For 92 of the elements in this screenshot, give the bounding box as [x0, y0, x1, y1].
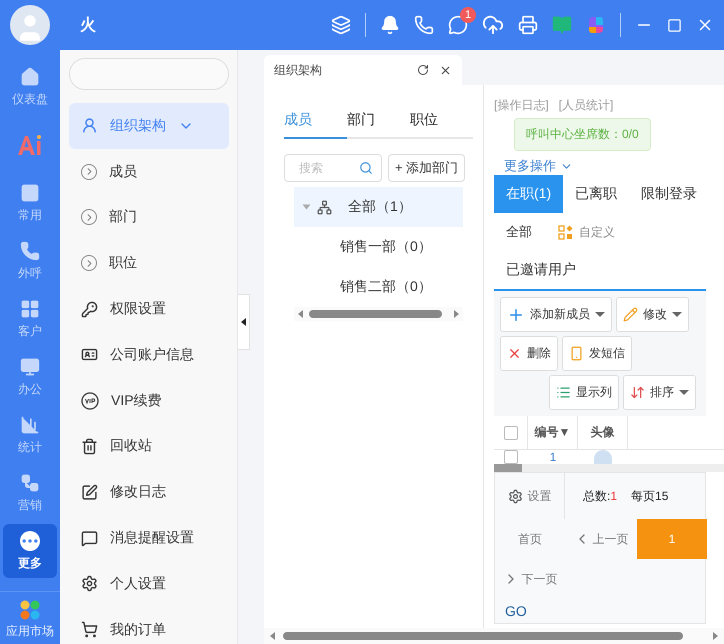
more-icon — [20, 530, 40, 550]
cart-icon — [81, 621, 98, 638]
avatar-icon — [594, 450, 612, 464]
message-icon — [81, 530, 98, 547]
window-title: 火 — [80, 16, 96, 36]
monitor-icon — [20, 356, 40, 376]
select-all-checkbox[interactable] — [504, 426, 518, 440]
sidebar-item[interactable]: 个人设置 — [69, 560, 229, 607]
settings-button[interactable]: 设置 — [495, 473, 565, 519]
horizontal-scrollbar[interactable] — [264, 628, 724, 644]
toolbar-button[interactable]: 删除 — [500, 336, 558, 371]
rail-item[interactable]: 更多 — [3, 524, 57, 578]
filter-all-link[interactable]: 全部 — [506, 223, 532, 241]
document-tab[interactable]: 组织架构 — [264, 55, 462, 85]
sidebar-item[interactable]: 回收站 — [69, 424, 229, 470]
sidebar-search-field[interactable] — [69, 58, 229, 90]
notification-badge: 1 — [460, 7, 476, 23]
search-box[interactable]: 搜索 — [284, 154, 382, 182]
layers-icon[interactable] — [331, 15, 351, 35]
sidebar-item[interactable]: 部门 — [69, 194, 229, 240]
org-tab[interactable]: 部门 — [347, 105, 410, 139]
hierarchy-icon — [317, 200, 332, 214]
tree-node[interactable]: 销售一部（0） — [294, 227, 463, 267]
blocks-icon — [20, 298, 40, 318]
blocks-icon[interactable] — [558, 224, 573, 240]
gear-icon — [81, 575, 98, 592]
call-seats-tip: 呼叫中心坐席数：0/0 — [514, 118, 651, 151]
phone-icon — [20, 240, 40, 260]
toolbar-button[interactable]: 显示列 — [549, 375, 619, 410]
sidebar-item[interactable]: 公司账户信息 — [69, 332, 229, 378]
horizontal-scrollbar[interactable] — [294, 307, 463, 321]
toolbar-button[interactable]: 排序 — [623, 375, 696, 410]
printer-icon[interactable] — [518, 15, 538, 35]
pencil-icon — [623, 307, 638, 322]
chevron-circle-icon — [81, 164, 97, 180]
first-page-button[interactable]: 首页 — [495, 519, 565, 559]
sort-icon — [630, 385, 645, 400]
tree-node[interactable]: 销售二部（0） — [294, 267, 463, 307]
cloud-upload-icon[interactable] — [482, 14, 504, 36]
list-icon — [556, 385, 571, 400]
add-department-button[interactable]: + 添加部门 — [388, 154, 466, 182]
search-icon — [359, 161, 373, 175]
sidebar-item[interactable]: 修改日志 — [69, 469, 229, 516]
edit-icon — [81, 484, 98, 501]
previous-page-button[interactable]: 上一页 — [565, 519, 637, 559]
colorful-logo-icon[interactable] — [586, 15, 606, 35]
invited-users-link[interactable]: 已邀请用户 — [494, 251, 724, 289]
collapse-handle[interactable] — [238, 294, 250, 350]
table-cell-text: 1 — [548, 450, 558, 464]
org-tab[interactable]: 职位 — [410, 105, 473, 139]
sidebar-item[interactable]: 权限设置 — [69, 286, 229, 332]
maximize-icon[interactable] — [667, 18, 682, 32]
sidebar-item[interactable]: 成员 — [69, 148, 229, 195]
phone-icon[interactable] — [414, 15, 434, 35]
customize-link[interactable]: 自定义 — [579, 224, 615, 240]
person-icon — [81, 117, 98, 134]
chevron-circle-icon — [81, 209, 97, 226]
more-operations-link[interactable]: 更多操作 — [504, 157, 556, 175]
gear-icon — [508, 488, 522, 504]
nodes-icon — [20, 472, 40, 492]
avatar[interactable] — [10, 5, 50, 45]
total-count: 总数:1 — [583, 488, 618, 504]
column-header[interactable]: 编号▼ — [528, 416, 578, 449]
app-market-icon — [20, 600, 40, 620]
status-tab[interactable]: 限制登录 — [629, 175, 710, 213]
toolbar-button[interactable]: 发短信 — [562, 336, 632, 371]
row-checkbox[interactable] — [504, 450, 518, 464]
expand-triangle-icon[interactable] — [302, 204, 310, 210]
column-header[interactable]: 头像 — [578, 416, 628, 449]
key-icon — [81, 300, 98, 318]
go-button[interactable]: GO — [495, 599, 565, 623]
vip-icon — [81, 392, 99, 410]
home-icon — [20, 66, 40, 86]
ai-icon — [17, 134, 43, 156]
trash-icon — [81, 438, 98, 455]
sidebar-item[interactable]: 消息提醒设置 — [69, 515, 229, 561]
close-tab-icon[interactable] — [439, 64, 452, 76]
cross-icon — [507, 346, 522, 361]
toolbar-button[interactable]: 添加新成员 — [500, 297, 612, 332]
status-tab[interactable]: 已离职 — [563, 175, 630, 213]
bell-icon[interactable] — [380, 15, 400, 35]
refresh-icon[interactable] — [417, 64, 429, 76]
sidebar-item[interactable]: 职位 — [69, 240, 229, 286]
per-page-text: 每页15 — [631, 488, 668, 504]
phone-icon — [569, 346, 584, 361]
sidebar-item[interactable]: VIP续费 — [69, 378, 229, 424]
tree-node[interactable]: 全部（1） — [294, 187, 463, 227]
chevron-circle-icon — [81, 255, 97, 272]
table-scrollbar[interactable] — [494, 464, 724, 472]
sidebar-item[interactable]: 我的订单 — [69, 606, 229, 644]
next-page-button[interactable]: 下一页 — [495, 559, 565, 599]
toolbar-button[interactable]: 修改 — [616, 297, 689, 332]
